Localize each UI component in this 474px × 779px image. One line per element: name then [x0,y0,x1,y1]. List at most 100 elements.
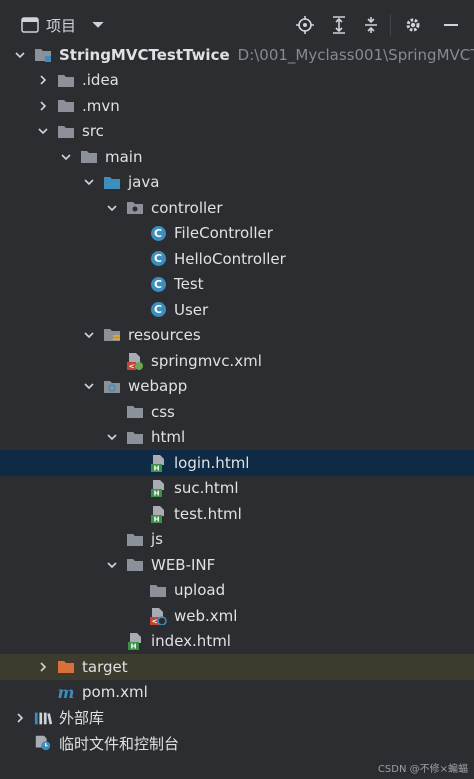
watermark: CSDN @不修×蝙蝠 [377,764,468,775]
tree-item[interactable]: C HelloController [0,246,474,272]
tree-item[interactable]: .mvn [0,93,474,119]
tree-item[interactable]: C User [0,297,474,323]
tree-item[interactable]: Htest.html [0,501,474,527]
chevron-right-icon[interactable] [35,98,51,114]
class-icon: C [149,301,167,319]
tree-item-name: index.html [151,632,231,651]
tree-item[interactable]: C Test [0,272,474,298]
chevron-down-icon[interactable] [12,47,28,63]
chevron-down-icon[interactable] [58,149,74,165]
tree-item-name: HelloController [174,249,286,268]
tree-item[interactable]: java [0,170,474,196]
tree-item-label: WEB-INF [151,556,215,574]
tree-item-name: src [82,122,104,141]
chevron-right-icon[interactable] [35,72,51,88]
locate-icon[interactable] [294,14,316,36]
tree-item-name: java [128,173,160,192]
tree-item[interactable]: Hsuc.html [0,476,474,502]
tree-item-label: pom.xml [82,683,148,701]
html-file-icon: H [149,454,167,472]
tree-item[interactable]: Hindex.html [0,629,474,655]
project-view-icon[interactable] [20,15,40,35]
svg-text:<: < [152,617,158,625]
tree-item[interactable]: src [0,119,474,145]
tree-item[interactable]: < springmvc.xml [0,348,474,374]
tree-item[interactable]: js [0,527,474,553]
tree-item-label: src [82,122,104,140]
svg-text:H: H [154,490,160,498]
gear-icon[interactable] [402,14,424,36]
tree-item-name: FileController [174,224,273,243]
excluded-folder-icon [57,658,75,676]
tree-item-label: FileController [174,224,273,242]
folder-icon [80,148,98,166]
tree-item-label: webapp [128,377,187,395]
tree-item-label: controller [151,199,223,217]
tree-item-label: login.html [174,454,249,472]
tree-item-label: upload [174,581,225,599]
collapse-all-icon[interactable] [360,14,382,36]
tree-item[interactable]: controller [0,195,474,221]
tree-item-name: upload [174,581,226,600]
chevron-down-icon[interactable] [35,123,51,139]
tree-item[interactable]: 外部库 [0,705,474,731]
folder-icon [57,71,75,89]
header-divider [390,14,391,36]
tree-item-label: resources [128,326,201,344]
tree-item[interactable]: 临时文件和控制台 [0,731,474,757]
tree-item-label: css [151,403,175,421]
folder-icon [57,122,75,140]
chevron-down-icon[interactable] [81,378,97,394]
minimize-icon[interactable] [440,14,462,36]
tree-item-name: webapp [128,377,188,396]
tree-item[interactable]: upload [0,578,474,604]
class-icon: C [149,224,167,242]
html-file-icon: H [149,479,167,498]
chevron-down-icon[interactable] [90,15,106,35]
chevron-right-icon[interactable] [12,710,28,726]
tree-item-name: html [151,428,186,447]
svg-text:H: H [131,643,137,651]
tree-item-label: html [151,428,185,446]
chevron-down-icon[interactable] [81,327,97,343]
tree-item-label: springmvc.xml [151,352,262,370]
package-icon [126,199,144,217]
tree-item[interactable]: resources [0,323,474,349]
web-folder-icon [103,377,121,395]
chevron-down-icon[interactable] [104,200,120,216]
tree-item[interactable]: css [0,399,474,425]
tree-item-name: .idea [82,71,119,90]
chevron-down-icon[interactable] [104,557,120,573]
svg-text:<: < [129,362,135,370]
chevron-down-icon[interactable] [104,429,120,445]
tree-item-name: .mvn [82,96,120,115]
tree-item-name: Test [174,275,204,294]
tree-item[interactable]: C FileController [0,221,474,247]
expand-all-icon[interactable] [328,14,350,36]
tree-item-name: resources [128,326,201,345]
tree-item-label: java [128,173,159,191]
tree-item[interactable]: main [0,144,474,170]
tree-item[interactable]: .idea [0,68,474,94]
chevron-right-icon[interactable] [35,659,51,675]
svg-text:H: H [154,464,160,472]
folder-icon [126,556,144,574]
tree-item[interactable]: html [0,425,474,451]
tree-item[interactable]: webapp [0,374,474,400]
chevron-down-icon[interactable] [81,174,97,190]
web-xml-icon: < [149,607,167,625]
project-view-title[interactable]: 项目 [46,14,76,36]
tree-item[interactable]: m pom.xml [0,680,474,706]
tree-item[interactable]: < web.xml [0,603,474,629]
tree-item[interactable]: target [0,654,474,680]
tree-item[interactable]: WEB-INF [0,552,474,578]
tree-item-name: controller [151,198,223,217]
project-tree: StringMVCTestTwice D:\001_Myclass001\Spri… [0,42,474,756]
tree-item-label: js [151,530,163,548]
tree-item-name: main [105,147,143,166]
tree-item[interactable]: Hlogin.html [0,450,474,476]
tree-item-name: 临时文件和控制台 [59,734,180,753]
tree-item[interactable]: StringMVCTestTwice D:\001_Myclass001\Spri… [0,42,474,68]
tree-item-label: target [82,658,128,676]
tree-item-name: css [151,402,175,421]
